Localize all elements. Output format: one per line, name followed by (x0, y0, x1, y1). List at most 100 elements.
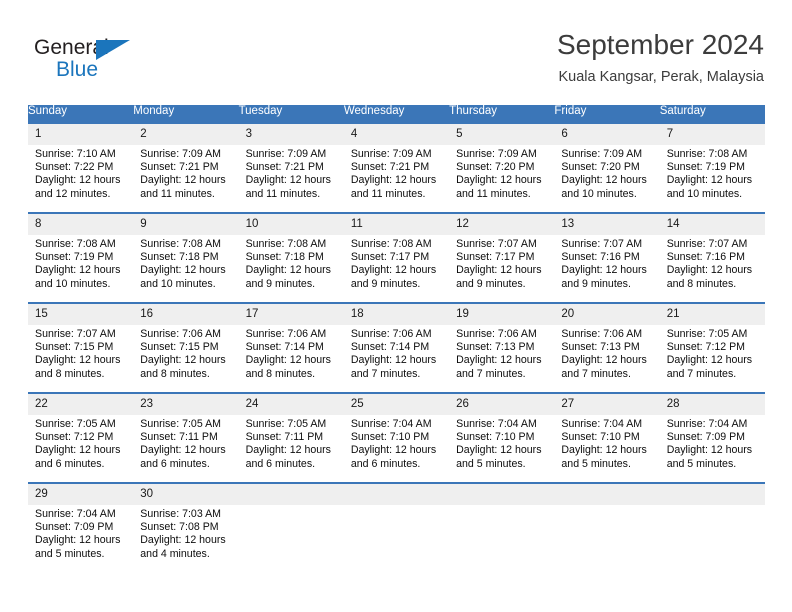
day-number: 8 (28, 214, 134, 235)
sunrise-text: Sunrise: 7:07 AM (35, 328, 116, 340)
daylight-text-line1: Daylight: 12 hours (350, 444, 437, 457)
daylight-text-line2: and 5 minutes. (35, 547, 105, 560)
calendar-day-cell[interactable]: 6 Sunrise: 7:09 AM Sunset: 7:20 PM Dayli… (554, 122, 660, 213)
day-number: 13 (554, 214, 660, 235)
daylight-text-line1: Daylight: 12 hours (456, 444, 542, 457)
calendar-day-cell[interactable]: 4 Sunrise: 7:09 AM Sunset: 7:21 PM Dayli… (343, 122, 450, 213)
day-number: 24 (238, 394, 344, 415)
calendar-day-cell[interactable]: 30 Sunrise: 7:03 AM Sunset: 7:08 PM Dayl… (133, 482, 239, 573)
sunset-text: Sunset: 7:16 PM (666, 251, 746, 264)
calendar-day-cell[interactable]: 11 Sunrise: 7:08 AM Sunset: 7:17 PM Dayl… (343, 212, 450, 303)
weekday-header-thursday: Thursday (449, 105, 555, 123)
weekday-header-sunday: Sunday (28, 105, 134, 123)
day-number: 3 (238, 124, 344, 145)
day-details: Sunrise: 7:08 AM Sunset: 7:18 PM Dayligh… (133, 235, 238, 291)
calendar-day-cell[interactable]: 29 Sunrise: 7:04 AM Sunset: 7:09 PM Dayl… (28, 482, 134, 573)
sunrise-text: Sunrise: 7:08 AM (35, 238, 116, 250)
sunrise-text: Sunrise: 7:06 AM (245, 328, 327, 340)
day-details: Sunrise: 7:06 AM Sunset: 7:15 PM Dayligh… (133, 325, 238, 381)
daylight-text-line2: and 7 minutes. (561, 367, 631, 380)
calendar-day-cell[interactable]: 12 Sunrise: 7:07 AM Sunset: 7:17 PM Dayl… (449, 212, 555, 303)
daylight-text-line2: and 9 minutes. (350, 277, 421, 290)
calendar-day-cell[interactable]: 13 Sunrise: 7:07 AM Sunset: 7:16 PM Dayl… (554, 212, 660, 303)
calendar-day-cell[interactable]: 25 Sunrise: 7:04 AM Sunset: 7:10 PM Dayl… (343, 392, 450, 483)
daylight-text-line2: and 5 minutes. (561, 457, 631, 470)
calendar-day-cell[interactable]: 27 Sunrise: 7:04 AM Sunset: 7:10 PM Dayl… (554, 392, 660, 483)
day-number (238, 484, 344, 505)
daylight-text-line1: Daylight: 12 hours (666, 264, 753, 277)
calendar-day-cell[interactable]: 1 Sunrise: 7:10 AM Sunset: 7:22 PM Dayli… (28, 122, 134, 213)
sunrise-text: Sunrise: 7:06 AM (350, 328, 432, 340)
day-details: Sunrise: 7:05 AM Sunset: 7:11 PM Dayligh… (133, 415, 238, 471)
day-number: 1 (28, 124, 134, 145)
daylight-text-line1: Daylight: 12 hours (350, 354, 437, 367)
sunrise-text: Sunrise: 7:03 AM (140, 508, 221, 520)
day-number: 11 (343, 214, 450, 235)
day-number: 23 (133, 394, 239, 415)
day-details: Sunrise: 7:04 AM Sunset: 7:09 PM Dayligh… (28, 505, 133, 561)
daylight-text-line1: Daylight: 12 hours (561, 174, 647, 187)
sunset-text: Sunset: 7:13 PM (561, 341, 640, 354)
calendar-day-cell[interactable]: 16 Sunrise: 7:06 AM Sunset: 7:15 PM Dayl… (133, 302, 239, 393)
day-number: 25 (343, 394, 450, 415)
calendar-day-cell[interactable]: 2 Sunrise: 7:09 AM Sunset: 7:21 PM Dayli… (133, 122, 239, 213)
daylight-text-line1: Daylight: 12 hours (561, 264, 647, 277)
day-details: Sunrise: 7:07 AM Sunset: 7:17 PM Dayligh… (449, 235, 554, 291)
calendar-grid: Sunday Monday Tuesday Wednesday Thursday… (28, 105, 765, 573)
calendar-day-cell[interactable]: 7 Sunrise: 7:08 AM Sunset: 7:19 PM Dayli… (659, 122, 765, 213)
calendar-day-cell[interactable]: 9 Sunrise: 7:08 AM Sunset: 7:18 PM Dayli… (133, 212, 239, 303)
day-details: Sunrise: 7:08 AM Sunset: 7:19 PM Dayligh… (660, 145, 765, 201)
calendar-day-cell[interactable]: 20 Sunrise: 7:06 AM Sunset: 7:13 PM Dayl… (554, 302, 660, 393)
daylight-text-line1: Daylight: 12 hours (666, 444, 753, 457)
sunset-text: Sunset: 7:21 PM (140, 161, 219, 174)
sunset-text: Sunset: 7:22 PM (35, 161, 114, 174)
calendar-day-cell[interactable]: 28 Sunrise: 7:04 AM Sunset: 7:09 PM Dayl… (659, 392, 765, 483)
general-blue-logo[interactable]: General Blue (34, 36, 164, 84)
calendar-day-cell-empty (238, 482, 344, 573)
calendar-day-cell[interactable]: 23 Sunrise: 7:05 AM Sunset: 7:11 PM Dayl… (133, 392, 239, 483)
calendar-day-cell[interactable]: 26 Sunrise: 7:04 AM Sunset: 7:10 PM Dayl… (449, 392, 555, 483)
calendar-day-cell[interactable]: 14 Sunrise: 7:07 AM Sunset: 7:16 PM Dayl… (659, 212, 765, 303)
sunrise-text: Sunrise: 7:07 AM (456, 238, 537, 250)
sunrise-text: Sunrise: 7:06 AM (456, 328, 537, 340)
day-details: Sunrise: 7:07 AM Sunset: 7:16 PM Dayligh… (660, 235, 765, 291)
logo-text-blue: Blue (56, 58, 99, 81)
day-number (659, 484, 765, 505)
day-number: 30 (133, 484, 239, 505)
daylight-text-line2: and 6 minutes. (140, 457, 210, 470)
day-number (554, 484, 660, 505)
sunrise-text: Sunrise: 7:06 AM (140, 328, 221, 340)
daylight-text-line2: and 5 minutes. (456, 457, 526, 470)
day-details: Sunrise: 7:10 AM Sunset: 7:22 PM Dayligh… (28, 145, 133, 201)
sunrise-text: Sunrise: 7:07 AM (666, 238, 748, 250)
sunrise-text: Sunrise: 7:08 AM (666, 148, 748, 160)
sunrise-text: Sunrise: 7:05 AM (35, 418, 116, 430)
daylight-text-line1: Daylight: 12 hours (35, 264, 121, 277)
day-number: 6 (554, 124, 660, 145)
calendar-day-cell[interactable]: 8 Sunrise: 7:08 AM Sunset: 7:19 PM Dayli… (28, 212, 134, 303)
sunset-text: Sunset: 7:12 PM (35, 431, 114, 444)
day-details: Sunrise: 7:09 AM Sunset: 7:21 PM Dayligh… (133, 145, 238, 201)
calendar-day-cell[interactable]: 18 Sunrise: 7:06 AM Sunset: 7:14 PM Dayl… (343, 302, 450, 393)
calendar-day-cell[interactable]: 15 Sunrise: 7:07 AM Sunset: 7:15 PM Dayl… (28, 302, 134, 393)
daylight-text-line1: Daylight: 12 hours (140, 174, 226, 187)
calendar-day-cell[interactable]: 24 Sunrise: 7:05 AM Sunset: 7:11 PM Dayl… (238, 392, 344, 483)
sunset-text: Sunset: 7:18 PM (140, 251, 219, 264)
weekday-header-saturday: Saturday (659, 105, 765, 123)
daylight-text-line1: Daylight: 12 hours (456, 174, 542, 187)
day-details: Sunrise: 7:04 AM Sunset: 7:10 PM Dayligh… (344, 415, 449, 471)
day-number (343, 484, 450, 505)
calendar-day-cell[interactable]: 17 Sunrise: 7:06 AM Sunset: 7:14 PM Dayl… (238, 302, 344, 393)
day-number: 14 (659, 214, 765, 235)
calendar-day-cell[interactable]: 10 Sunrise: 7:08 AM Sunset: 7:18 PM Dayl… (238, 212, 344, 303)
day-details: Sunrise: 7:04 AM Sunset: 7:09 PM Dayligh… (660, 415, 765, 471)
day-details: Sunrise: 7:06 AM Sunset: 7:14 PM Dayligh… (344, 325, 449, 381)
page-header: General Blue September 2024 Kuala Kangsa… (0, 0, 792, 100)
calendar-day-cell[interactable]: 5 Sunrise: 7:09 AM Sunset: 7:20 PM Dayli… (449, 122, 555, 213)
calendar-day-cell[interactable]: 22 Sunrise: 7:05 AM Sunset: 7:12 PM Dayl… (28, 392, 134, 483)
calendar-day-cell[interactable]: 19 Sunrise: 7:06 AM Sunset: 7:13 PM Dayl… (449, 302, 555, 393)
calendar-day-cell[interactable]: 21 Sunrise: 7:05 AM Sunset: 7:12 PM Dayl… (659, 302, 765, 393)
calendar-day-cell[interactable]: 3 Sunrise: 7:09 AM Sunset: 7:21 PM Dayli… (238, 122, 344, 213)
daylight-text-line1: Daylight: 12 hours (350, 264, 437, 277)
daylight-text-line2: and 7 minutes. (350, 367, 421, 380)
